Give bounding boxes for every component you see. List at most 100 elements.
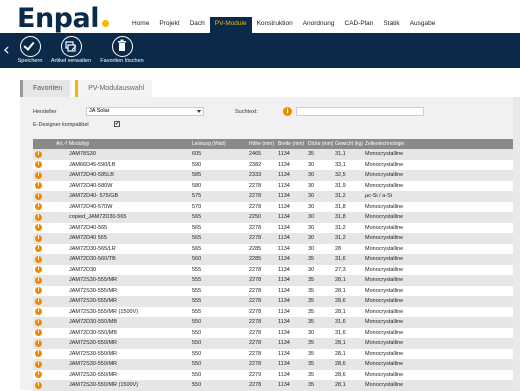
info-icon[interactable]: i [35, 213, 42, 221]
cell-modultyp: JAM72D30-560/TB [67, 254, 190, 265]
chevron-down-icon [197, 110, 201, 113]
info-icon[interactable]: i [35, 297, 42, 305]
table-row[interactable]: i JAM72S30-555/MR 555 2278 1134 35 28,6 Monocry… [33, 296, 520, 307]
nav-item-ausgabe[interactable]: Ausgabe [405, 17, 441, 33]
info-icon[interactable]: i [35, 339, 42, 347]
cell-hoehe: 2278 [247, 222, 276, 233]
cell-modultyp: JAM72D30-550/MB [67, 327, 190, 338]
info-icon[interactable]: i [35, 381, 42, 389]
cell-hoehe: 2278 [247, 296, 276, 307]
column-header-gewicht[interactable]: Gewicht (kg) [333, 139, 363, 149]
nav-item-home[interactable]: Home [127, 17, 154, 33]
row-info-cell: i [33, 338, 54, 349]
column-header-zellentechnologie[interactable]: Zellentechnologie [363, 139, 520, 149]
table-row[interactable]: i JAM72D30-550/MB 550 2278 1134 35 31,6 Monocry… [33, 317, 520, 328]
cell-dicke: 30 [306, 170, 333, 181]
cell-zellentechnologie: Monocrystalline [363, 180, 520, 191]
cell-breite: 1134 [276, 317, 306, 328]
table-row[interactable]: i JAM72S30-555/MR 555 2278 1134 35 28,1 Monocry… [33, 285, 520, 296]
save-button[interactable]: Speichern [15, 36, 45, 64]
nav-item-pv-module[interactable]: PV-Module [209, 17, 252, 33]
cell-modultyp: JAM72D40-580W [67, 180, 190, 191]
cell-leistung: 550 [190, 359, 247, 370]
column-header-modultyp[interactable]: Modultyp [67, 139, 190, 149]
info-icon[interactable]: i [35, 255, 42, 263]
table-row[interactable]: i JAM72D40-580W 580 2278 1134 30 31,9 Monocryst… [33, 180, 520, 191]
table-row[interactable]: i JAM72D30 555 2278 1134 30 27,3 Monocrystallin… [33, 264, 520, 275]
table-row[interactable]: i JAM66D45-590/LB 590 2382 1134 30 33,1 Monocry… [33, 159, 520, 170]
column-header-dicke[interactable]: Dicke (mm) [306, 139, 333, 149]
search-input[interactable] [296, 107, 424, 116]
cell-leistung: 590 [190, 159, 247, 170]
info-icon[interactable]: i [35, 150, 42, 158]
nav-item-konstruktion[interactable]: Konstruktion [252, 17, 298, 33]
info-icon[interactable]: i [35, 192, 42, 200]
cell-hoehe: 2250 [247, 212, 276, 223]
cell-dicke: 35 [306, 317, 333, 328]
enpal-logo[interactable]: Enpal [17, 3, 109, 34]
table-row[interactable]: i JAM72S30-555/MR (1500V) 555 2278 1134 35 28,… [33, 306, 520, 317]
table-row[interactable]: i JAM72D30-550/MB 550 2278 1134 30 31,6 Monocry… [33, 327, 520, 338]
info-icon[interactable]: i [35, 234, 42, 242]
table-row[interactable]: i JAM72S30-550/MR 550 2278 1134 35 28,6 Monocry… [33, 359, 520, 370]
column-header-hoehe[interactable]: Höhe (mm) [247, 139, 276, 149]
info-icon[interactable]: i [35, 329, 42, 337]
table-row[interactable]: i JAM78S30 605 2465 1134 35 31,1 Monocrystallin… [33, 149, 520, 160]
tab-pv-modulauswahl[interactable]: PV-Modulauswahl [75, 80, 153, 97]
cell-leistung: 565 [190, 212, 247, 223]
table-row[interactable]: i JAM72S30-550/MR 550 2278 1134 35 28,1 Monocry… [33, 348, 520, 359]
info-icon[interactable]: i [35, 360, 42, 368]
info-icon[interactable]: i [35, 350, 42, 358]
table-row[interactable]: i JAM72S30-550/MR (1500V) 550 2278 1134 35 28,… [33, 380, 520, 391]
info-icon[interactable]: i [35, 287, 42, 295]
table-row[interactable]: i JAM72D40-585LB 585 2333 1134 30 32,5 Monocrys… [33, 170, 520, 181]
table-row[interactable]: i JAM72D40-565 565 2278 1134 30 31,2 Monocrysta… [33, 222, 520, 233]
info-icon[interactable]: i [35, 245, 42, 253]
info-icon[interactable]: i [35, 308, 42, 316]
column-header-leistung[interactable]: Leistung (Watt) [190, 139, 247, 149]
back-arrow-icon[interactable]: ‹ [3, 41, 11, 61]
nav-item-cad-plan[interactable]: CAD-Plan [340, 17, 379, 33]
hersteller-select[interactable]: JA Solar [86, 107, 204, 116]
cell-breite: 1134 [276, 296, 306, 307]
nav-item-anordnung[interactable]: Anordnung [298, 17, 340, 33]
info-icon[interactable]: i [35, 266, 42, 274]
column-header-art-nr[interactable]: Art.-Nr. [54, 139, 67, 149]
cell-leistung: 555 [190, 296, 247, 307]
nav-item-statik[interactable]: Statik [378, 17, 404, 33]
info-icon[interactable]: i [35, 224, 42, 232]
info-icon[interactable]: i [35, 318, 42, 326]
table-row[interactable]: i JAM72D30-565/LR 565 2285 1134 30 28 Monocryst… [33, 243, 520, 254]
cell-breite: 1134 [276, 359, 306, 370]
table-row[interactable]: i JAM72S30-550/MR 550 2278 1134 35 28,1 Monocry… [33, 338, 520, 349]
row-info-cell: i [33, 222, 54, 233]
row-info-cell: i [33, 348, 54, 359]
table-row[interactable]: i JAM72D40 565 565 2278 1134 30 31,2 Monocrysta… [33, 233, 520, 244]
vertical-scrollbar[interactable] [513, 97, 520, 390]
table-row[interactable]: i copied_JAM72D30-565 565 2250 1134 30 31,8 Mon… [33, 212, 520, 223]
info-icon[interactable]: i [35, 203, 42, 211]
table-row[interactable]: i JAM72D40-570W 570 2278 1134 30 31,8 Monocryst… [33, 201, 520, 212]
table-row[interactable]: i JAM72S30-550/MR 550 2279 1134 35 28,6 Monocry… [33, 369, 520, 380]
cell-leistung: 605 [190, 149, 247, 160]
info-icon[interactable]: i [35, 171, 42, 179]
table-row[interactable]: i JAM72S30-555/MR 555 2278 1134 35 28,1 Monocry… [33, 275, 520, 286]
info-icon[interactable]: i [35, 371, 42, 379]
column-header-icon-col[interactable] [33, 139, 54, 149]
cell-art-nr [54, 149, 67, 160]
nav-item-projekt[interactable]: Projekt [154, 17, 184, 33]
info-icon[interactable]: i [283, 107, 292, 116]
delete-favorites-button[interactable]: Favoriten löschen [98, 36, 146, 64]
table-row[interactable]: i JAM72D30-560/TB 560 2285 1134 35 31,6 Monocry… [33, 254, 520, 265]
info-icon[interactable]: i [35, 161, 42, 169]
manage-articles-button[interactable]: Artikel verwalten [50, 36, 92, 64]
table-row[interactable]: i JAM72D40- 575/GB 575 2278 1134 30 31,2 µc-Si … [33, 191, 520, 202]
info-icon[interactable]: i [35, 182, 42, 190]
edesigner-checkbox[interactable]: ✔ [114, 121, 120, 127]
column-header-breite[interactable]: Breite (mm) [276, 139, 306, 149]
tab-favoriten[interactable]: Favoriten [20, 80, 71, 97]
info-icon[interactable]: i [35, 276, 42, 284]
cell-art-nr [54, 317, 67, 328]
cell-zellentechnologie: Monocrystalline [363, 369, 520, 380]
nav-item-dach[interactable]: Dach [185, 17, 210, 33]
